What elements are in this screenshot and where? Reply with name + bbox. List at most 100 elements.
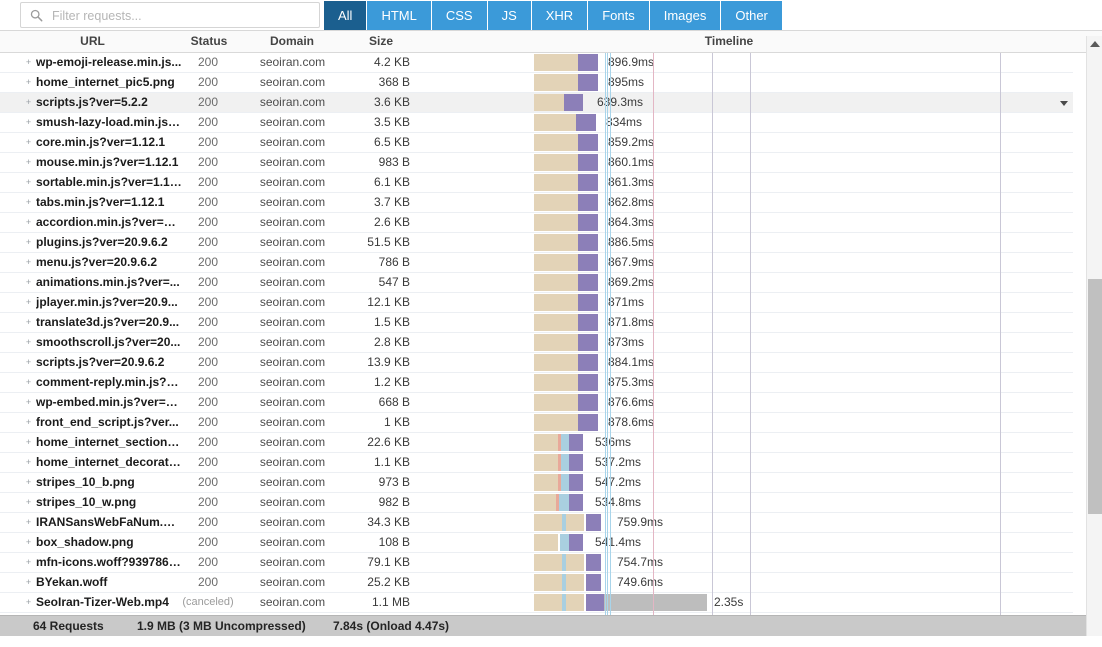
table-row[interactable]: + home_internet_sectionb... 200 seoiran.com… [0,433,1073,453]
table-row[interactable]: + wp-emoji-release.min.js... 200 seoiran.co… [0,53,1073,73]
scrollbar-thumb[interactable] [1088,279,1102,514]
table-row[interactable]: + box_shadow.png 200 seoiran.com 108 B 541.4m… [0,533,1073,553]
table-row[interactable]: + stripes_10_b.png 200 seoiran.com 973 B 547.… [0,473,1073,493]
timeline-duration-label: 871ms [608,295,645,309]
cell-domain: seoiran.com [259,395,326,409]
table-row[interactable]: + comment-reply.min.js?v... 200 seoiran.com… [0,373,1073,393]
expand-icon[interactable]: + [24,238,33,247]
expand-icon[interactable]: + [24,358,33,367]
timeline-segment-waiting [534,554,584,571]
expand-icon[interactable]: + [24,318,33,327]
timeline-duration-label: 864.3ms [608,215,655,229]
table-row[interactable]: + jplayer.min.js?ver=20.9... 200 seoiran.co… [0,293,1073,313]
expand-icon[interactable]: + [24,178,33,187]
expand-icon[interactable]: + [24,78,33,87]
table-row[interactable]: + SeoIran-Tizer-Web.mp4 (canceled) seoiran.… [0,593,1073,613]
expand-icon[interactable]: + [24,218,33,227]
type-filter-images[interactable]: Images [649,1,722,30]
cell-timeline: 754.7ms [412,553,1073,572]
expand-icon[interactable]: + [24,338,33,347]
table-row[interactable]: + wp-embed.min.js?ver=5.6 200 seoiran.com 66… [0,393,1073,413]
table-row[interactable]: + IRANSansWebFaNum.w... 200 seoiran.com 34.3… [0,513,1073,533]
timeline-segment-waiting [534,214,578,231]
table-row[interactable]: + sortable.min.js?ver=1.12.1 200 seoiran.co… [0,173,1073,193]
expand-icon[interactable]: + [24,138,33,147]
cell-status: 200 [197,155,219,169]
expand-icon[interactable]: + [24,158,33,167]
table-row[interactable]: + smush-lazy-load.min.js?... 200 seoiran.co… [0,113,1073,133]
table-row[interactable]: + mouse.min.js?ver=1.12.1 200 seoiran.com 98… [0,153,1073,173]
expand-icon[interactable]: + [24,558,33,567]
table-row[interactable]: + stripes_10_w.png 200 seoiran.com 982 B 534.… [0,493,1073,513]
column-header-timeline[interactable]: Timeline [412,31,1046,52]
cell-timeline: 860.1ms [412,153,1073,172]
expand-icon[interactable]: + [24,598,33,607]
table-row[interactable]: + plugins.js?ver=20.9.6.2 200 seoiran.com 51… [0,233,1073,253]
table-row[interactable]: + front_end_script.js?ver... 200 seoiran.co… [0,413,1073,433]
timeline-segment-connecting [561,474,569,491]
expand-icon[interactable]: + [24,498,33,507]
column-header-domain[interactable]: Domain [233,31,351,52]
expand-icon[interactable]: + [24,118,33,127]
column-header-size[interactable]: Size [351,31,411,52]
type-filter-other[interactable]: Other [721,1,782,30]
expand-icon[interactable]: + [24,98,33,107]
table-row[interactable]: + tabs.min.js?ver=1.12.1 200 seoiran.com 3.7… [0,193,1073,213]
timeline-segment-receiving [578,214,598,231]
table-row[interactable]: + animations.min.js?ver=... 200 seoiran.com… [0,273,1073,293]
cell-url: accordion.min.js?ver=1.... [36,215,182,229]
timeline-duration-label: 759.9ms [617,515,664,529]
type-filter-all[interactable]: All [324,1,368,30]
table-row[interactable]: + smoothscroll.js?ver=20... 200 seoiran.com… [0,333,1073,353]
table-row[interactable]: + accordion.min.js?ver=1.... 200 seoiran.co… [0,213,1073,233]
timeline-segment-receiving [578,154,598,171]
expand-icon[interactable]: + [24,518,33,527]
expand-icon[interactable]: + [24,578,33,587]
timeline-duration-label: 859.2ms [608,135,655,149]
expand-icon[interactable]: + [24,478,33,487]
timeline-segment-waiting [534,294,578,311]
column-header-url[interactable]: URL [0,31,185,52]
request-list[interactable]: + wp-emoji-release.min.js... 200 seoiran.co… [0,53,1073,615]
type-filter-js[interactable]: JS [487,1,532,30]
type-filter-fonts[interactable]: Fonts [588,1,650,30]
table-row[interactable]: + translate3d.js?ver=20.9... 200 seoiran.co… [0,313,1073,333]
timeline-segment-waiting [534,154,578,171]
expand-icon[interactable]: + [24,458,33,467]
type-filter-html[interactable]: HTML [367,1,432,30]
timeline-segment-receiving [569,494,583,511]
timeline-segment-receiving [569,434,583,451]
expand-icon[interactable]: + [24,58,33,67]
filter-requests-box[interactable] [20,2,320,29]
vertical-scrollbar[interactable] [1086,36,1102,647]
expand-icon[interactable]: + [24,378,33,387]
table-row[interactable]: + core.min.js?ver=1.12.1 200 seoiran.com 6.5… [0,133,1073,153]
type-filter-xhr[interactable]: XHR [531,1,589,30]
table-row[interactable]: + scripts.js?ver=5.2.2 200 seoiran.com 3.6 K… [0,93,1073,113]
type-filter-css[interactable]: CSS [431,1,488,30]
cell-url: home_internet_sectionb... [36,435,182,449]
table-row[interactable]: + BYekan.woff 200 seoiran.com 25.2 KB 749.6ms [0,573,1073,593]
expand-icon[interactable]: + [24,438,33,447]
expand-icon[interactable]: + [24,198,33,207]
timeline-segment-receiving [578,294,598,311]
table-row[interactable]: + menu.js?ver=20.9.6.2 200 seoiran.com 786 B… [0,253,1073,273]
table-row[interactable]: + scripts.js?ver=20.9.6.2 200 seoiran.com 13… [0,353,1073,373]
expand-icon[interactable]: + [24,418,33,427]
table-row[interactable]: + mfn-icons.woff?93978679 200 seoiran.com 79… [0,553,1073,573]
row-menu-chevron-down-icon[interactable] [1058,99,1072,111]
expand-icon[interactable]: + [24,298,33,307]
table-row[interactable]: + home_internet_decorati... 200 seoiran.com… [0,453,1073,473]
column-header-status[interactable]: Status [185,31,233,52]
expand-icon[interactable]: + [24,398,33,407]
expand-icon[interactable]: + [24,278,33,287]
expand-icon[interactable]: + [24,258,33,267]
scroll-up-button[interactable] [1087,36,1102,52]
status-total-time: 7.84s (Onload 4.47s) [333,619,450,633]
timeline-segment-waiting [534,474,558,491]
cell-size: 6.5 KB [373,135,410,149]
table-row[interactable]: + home_internet_pic5.png 200 seoiran.com 368… [0,73,1073,93]
timeline-segment-connecting [562,594,566,611]
expand-icon[interactable]: + [24,538,33,547]
search-input[interactable] [50,3,316,29]
